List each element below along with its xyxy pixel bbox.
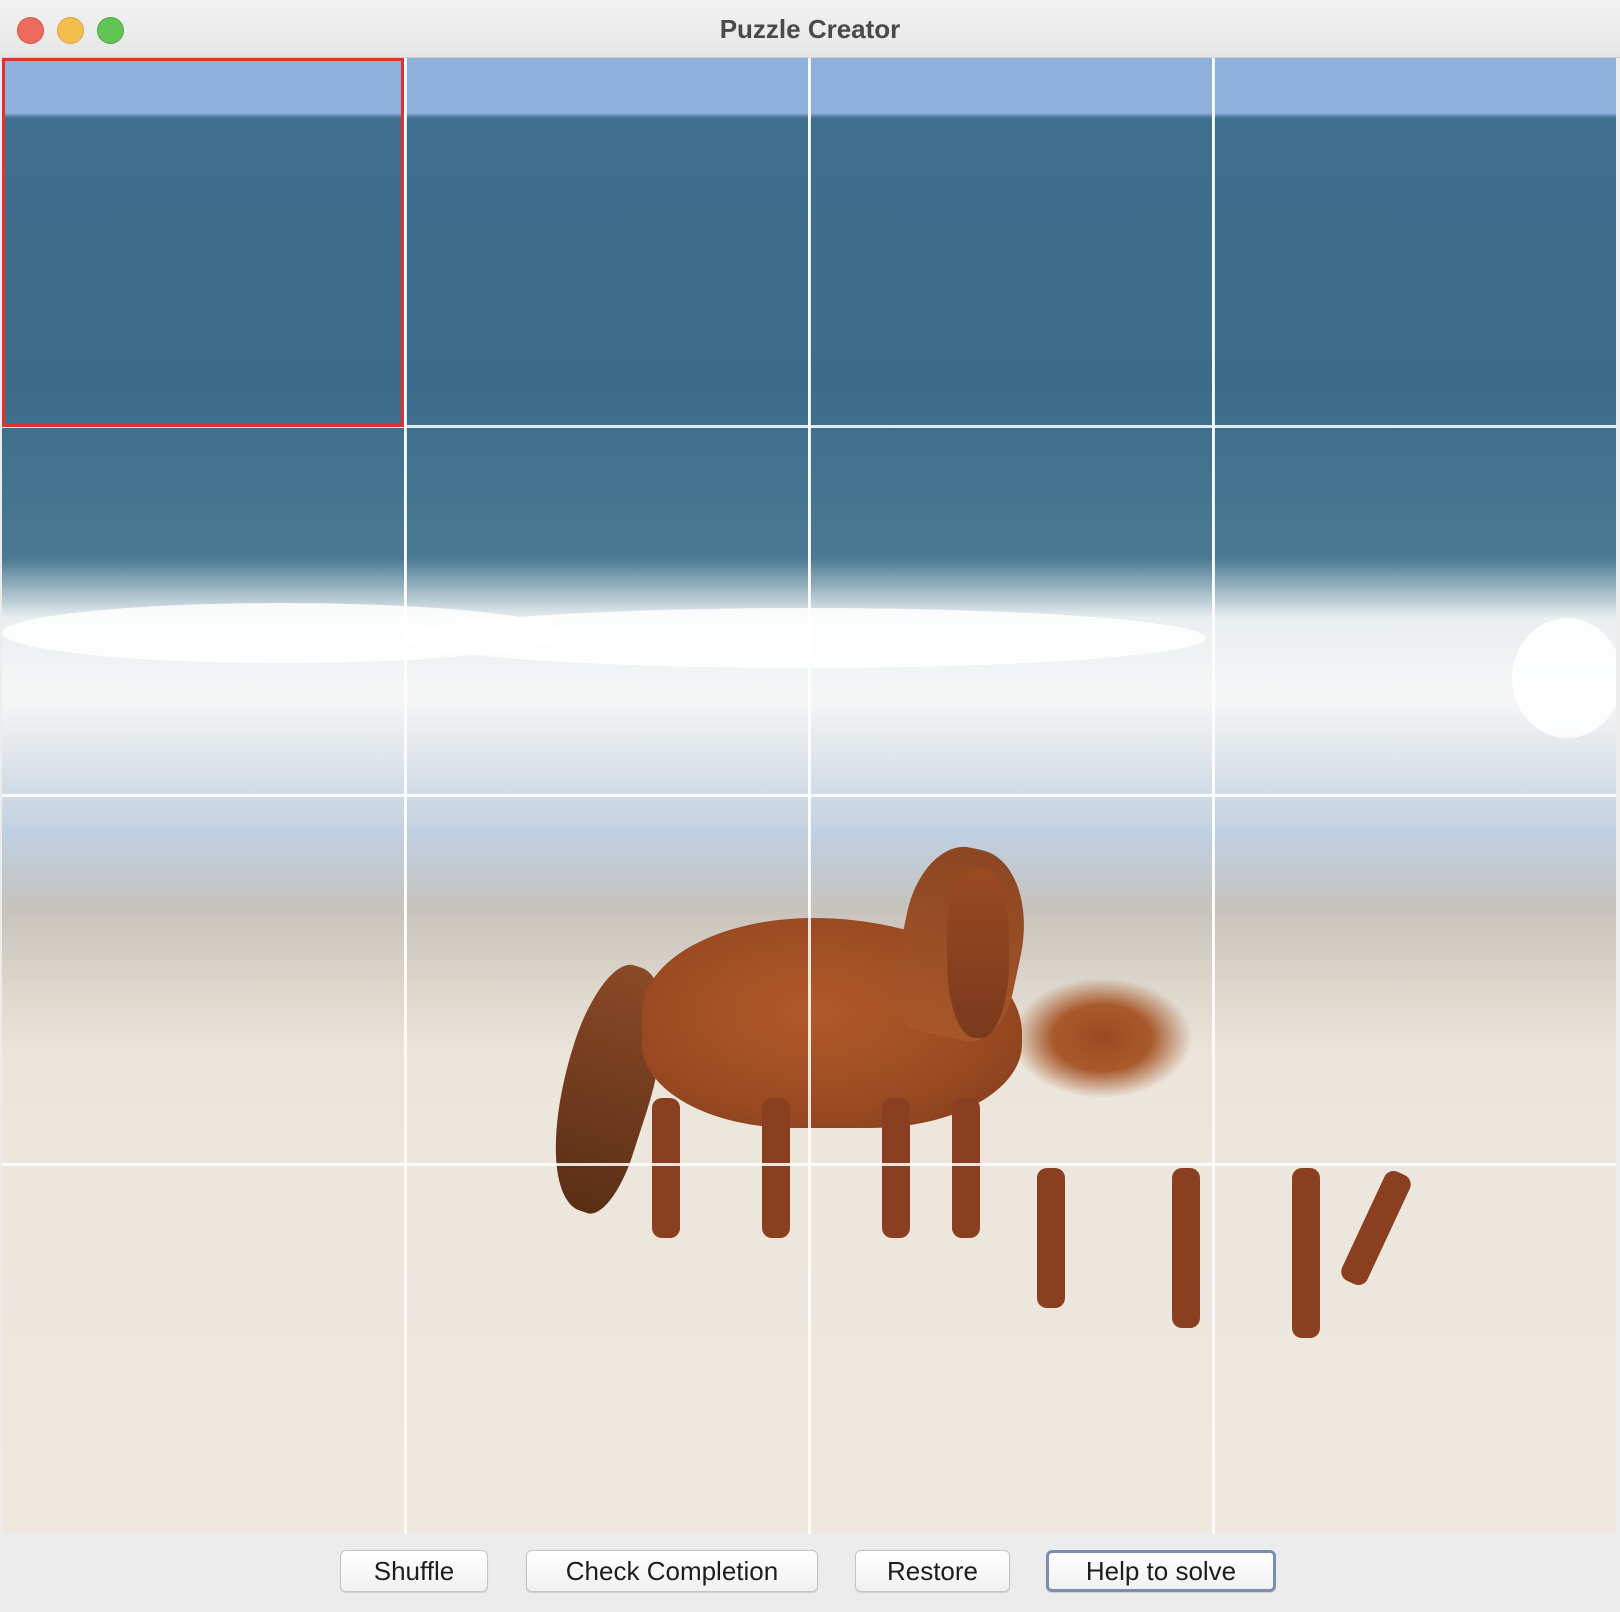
wave-crest	[406, 608, 1206, 668]
puzzle-tile[interactable]	[2, 58, 404, 427]
puzzle-tile[interactable]	[810, 1165, 1212, 1534]
puzzle-tile[interactable]	[406, 58, 808, 427]
puzzle-tile[interactable]	[1214, 796, 1616, 1165]
horse-leg	[1172, 1168, 1200, 1328]
puzzle-tile[interactable]	[810, 58, 1212, 427]
puzzle-tile[interactable]	[2, 1165, 404, 1534]
restore-button[interactable]: Restore	[855, 1550, 1010, 1592]
puzzle-board	[2, 58, 1616, 1534]
grid-divider	[2, 1163, 1616, 1166]
horse-leg	[652, 1098, 680, 1238]
puzzle-tile[interactable]	[2, 796, 404, 1165]
grid-divider	[2, 794, 1616, 797]
help-to-solve-button[interactable]: Help to solve	[1046, 1550, 1276, 1592]
shuffle-button[interactable]: Shuffle	[340, 1550, 488, 1592]
horse-leg	[952, 1098, 980, 1238]
title-bar[interactable]: Puzzle Creator	[0, 0, 1620, 58]
puzzle-tile[interactable]	[1214, 427, 1616, 796]
horse-leg	[1037, 1168, 1065, 1308]
puzzle-tile[interactable]	[1214, 1165, 1616, 1534]
check-completion-button[interactable]: Check Completion	[526, 1550, 818, 1592]
puzzle-tile[interactable]	[406, 1165, 808, 1534]
puzzle-creator-window: Puzzle Creator Shuffle Check Completion …	[0, 0, 1620, 1612]
horse-leg	[762, 1098, 790, 1238]
horse-head	[947, 868, 1009, 1038]
window-title: Puzzle Creator	[719, 14, 901, 44]
horse-leg	[882, 1098, 910, 1238]
puzzle-tile[interactable]	[1214, 58, 1616, 427]
wave-crest	[1512, 618, 1616, 738]
horse-leg	[1292, 1168, 1320, 1338]
